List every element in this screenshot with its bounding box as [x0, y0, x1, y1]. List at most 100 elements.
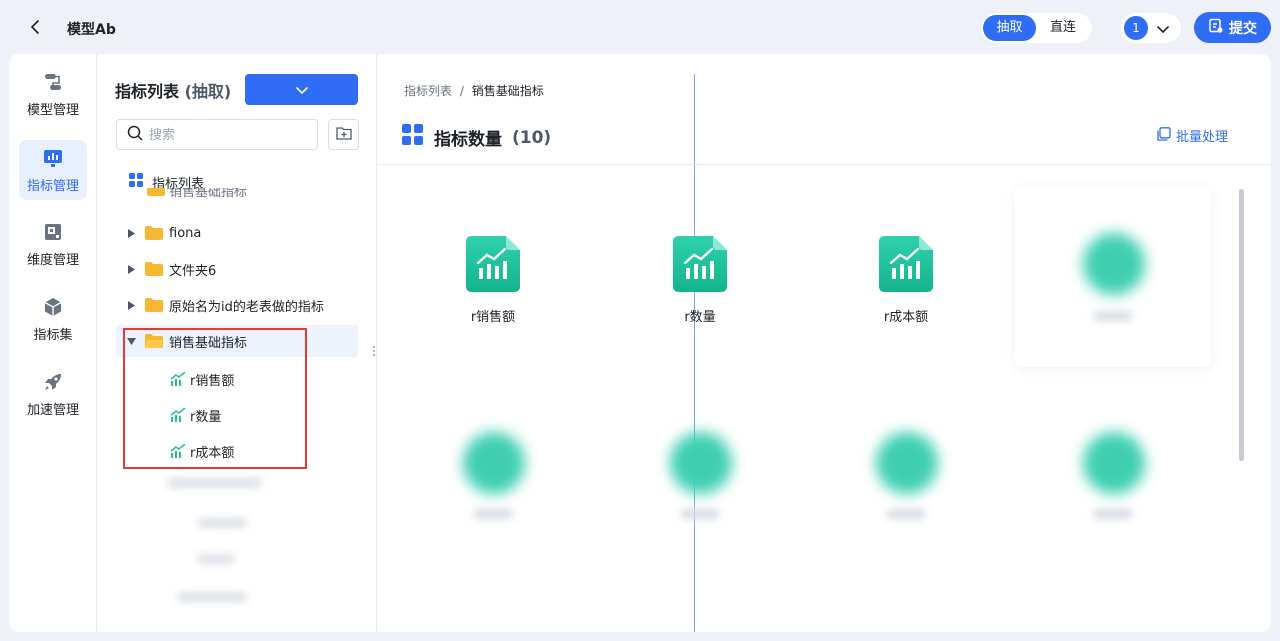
submit-icon [1208, 18, 1223, 37]
add-metric-button-group: 添加指标 [245, 74, 695, 632]
blurred-item [197, 518, 247, 528]
metric-card-label: r数量 [684, 310, 716, 325]
blurred-icon [463, 432, 525, 494]
blurred-icon [670, 432, 732, 494]
search-icon [127, 125, 143, 145]
breadcrumb-current: 销售基础指标 [471, 84, 544, 98]
blurred-metric-card[interactable] [1015, 187, 1211, 367]
submit-button[interactable]: 提交 [1194, 12, 1271, 43]
dimension-icon [42, 221, 64, 243]
blurred-icon [876, 432, 938, 494]
caret-right-icon[interactable] [123, 264, 139, 274]
nav-label: 维度管理 [26, 252, 79, 268]
folder-icon [145, 262, 163, 276]
nav-label: 指标管理 [26, 178, 79, 194]
folder-icon [145, 298, 163, 312]
folder-icon [147, 188, 165, 196]
breadcrumb-root[interactable]: 指标列表 [404, 84, 452, 98]
nav-metrics-management[interactable]: 指标管理 [19, 140, 87, 200]
panel-title-suffix: (抽取) [184, 82, 232, 101]
metric-card-label: r成本额 [883, 310, 929, 325]
blurred-label [886, 509, 926, 519]
nav-metric-set[interactable]: 指标集 [19, 289, 87, 349]
metric-file-icon [673, 236, 727, 292]
count-value: (10) [512, 127, 552, 148]
nav-dimension-management[interactable]: 维度管理 [19, 214, 87, 274]
blurred-label [473, 509, 513, 519]
panel-title-text: 指标列表 [115, 82, 180, 101]
tree-folder-legacy[interactable]: 原始名为id的老表做的指标 [116, 289, 358, 321]
chevron-down-icon [295, 80, 308, 99]
metric-card[interactable]: r成本额 [808, 187, 1004, 367]
blurred-item [167, 478, 262, 488]
metric-card[interactable]: r销售额 [395, 187, 591, 367]
blurred-metric-card[interactable] [808, 429, 1004, 609]
blurred-item [177, 592, 247, 602]
blurred-item [197, 554, 235, 564]
scrollbar[interactable] [1239, 189, 1244, 461]
nav-acceleration-management[interactable]: 加速管理 [19, 364, 87, 424]
metric-card-label: r销售额 [470, 310, 516, 325]
folder-plus-icon [335, 125, 352, 144]
batch-icon [1157, 126, 1171, 145]
nav-model-management[interactable]: 模型管理 [19, 64, 87, 124]
model-title: 模型Ab [67, 22, 116, 38]
batch-process-button[interactable]: 批量处理 [1157, 126, 1228, 145]
caret-right-icon[interactable] [123, 300, 139, 310]
blurred-label [1093, 509, 1133, 519]
back-icon[interactable] [26, 16, 46, 38]
nav-label: 模型管理 [26, 102, 79, 118]
main-content: 指标列表 / 销售基础指标 指标数量 (10) 批量处理 r销售额 r数量 r成… [377, 54, 1271, 632]
tree-folder-label: 原始名为id的老表做的指标 [169, 299, 324, 315]
page-title: 指标数量 (10) [402, 124, 551, 151]
model-icon [42, 71, 64, 93]
cube-icon [42, 296, 64, 318]
highlight-box [123, 328, 307, 469]
metrics-icon [42, 147, 64, 169]
blurred-label [680, 509, 720, 519]
metric-file-icon [466, 236, 520, 292]
avatar: 1 [1124, 16, 1148, 40]
divider [377, 164, 1271, 165]
left-nav: 模型管理 指标管理 维度管理 指标集 加速管理 [9, 54, 97, 632]
panel-splitter[interactable] [372, 346, 376, 358]
count-title-text: 指标数量 [434, 130, 502, 150]
panel-title: 指标列表 (抽取) [115, 78, 231, 102]
tree-item-label: 销售基础指标 [169, 188, 248, 200]
app-shell: 模型管理 指标管理 维度管理 指标集 加速管理 指标列表 (抽取) 添加指标 搜… [9, 54, 1271, 632]
nav-label: 指标集 [33, 327, 73, 343]
breadcrumb: 指标列表 / 销售基础指标 [404, 82, 544, 99]
blurred-metric-card[interactable] [395, 429, 591, 609]
breadcrumb-separator: / [459, 84, 464, 98]
rocket-icon [42, 371, 64, 393]
grid-icon [129, 173, 144, 192]
blurred-metric-card[interactable] [1015, 429, 1211, 609]
blurred-icon [1083, 432, 1145, 494]
blurred-label [1093, 311, 1133, 321]
mode-direct-button[interactable]: 直连 [1036, 15, 1090, 41]
mode-extract-button[interactable]: 抽取 [983, 15, 1036, 41]
metric-card[interactable]: r数量 [602, 187, 798, 367]
caret-right-icon[interactable] [123, 228, 139, 238]
blurred-icon [1083, 233, 1145, 295]
tree-folder-label: fiona [169, 225, 202, 241]
batch-label: 批量处理 [1176, 130, 1229, 145]
tree-folder-label: 文件夹6 [169, 263, 217, 279]
tree-item-clipped[interactable]: 销售基础指标 [147, 188, 267, 202]
search-input[interactable] [149, 127, 309, 142]
folder-icon [145, 226, 163, 240]
new-folder-button[interactable] [328, 119, 359, 150]
tree-folder-fiona[interactable]: fiona [116, 217, 358, 249]
nav-label: 加速管理 [26, 402, 79, 418]
blurred-metric-card[interactable] [602, 429, 798, 609]
chevron-down-icon [1157, 19, 1169, 38]
submit-label: 提交 [1229, 20, 1257, 37]
grid-icon [402, 124, 424, 151]
metric-file-icon [879, 236, 933, 292]
add-metric-dropdown[interactable] [245, 74, 358, 105]
metric-tree-panel: 指标列表 (抽取) 添加指标 指标列表 [97, 54, 695, 632]
user-menu[interactable]: 1 [1121, 13, 1181, 43]
search-box [116, 119, 318, 150]
tree-folder-6[interactable]: 文件夹6 [116, 253, 358, 285]
mode-toggle: 抽取 直连 [981, 13, 1092, 43]
